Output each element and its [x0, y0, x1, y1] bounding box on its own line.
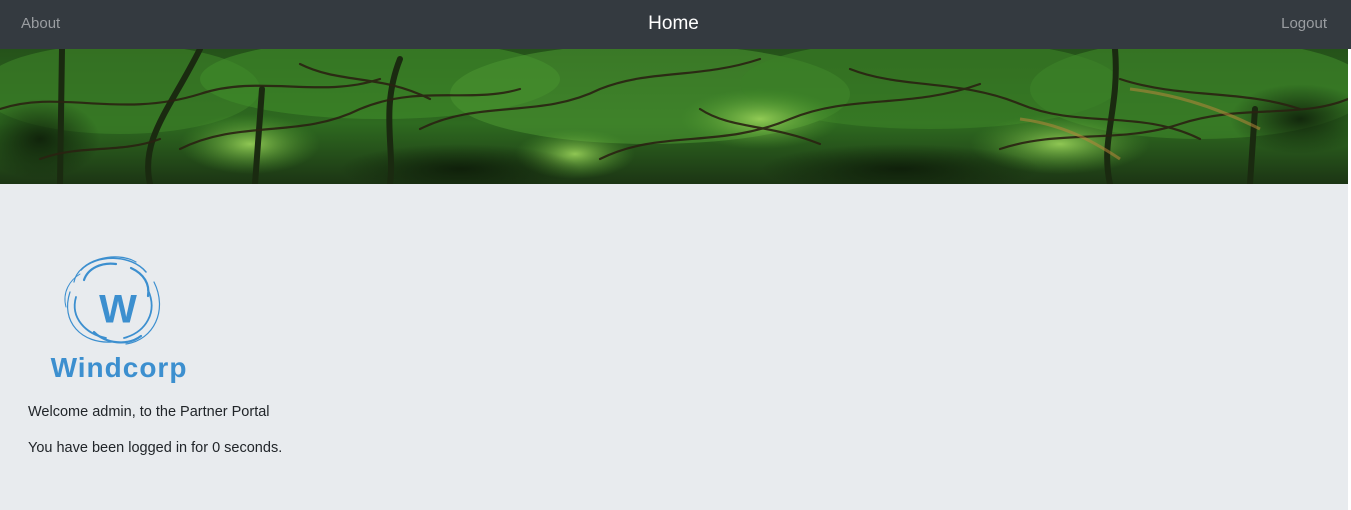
- welcome-message: Welcome admin, to the Partner Portal: [28, 404, 270, 420]
- hero-forest-banner: [0, 49, 1348, 184]
- login-timer-message: You have been logged in for 0 seconds.: [28, 440, 283, 456]
- nav-home-brand[interactable]: Home: [0, 13, 1347, 35]
- nav-logout-link[interactable]: Logout: [1281, 15, 1327, 32]
- main-content-panel: W Windcorp Welcome admin, to the Partner…: [0, 184, 1348, 510]
- logo-wordmark: Windcorp: [51, 352, 188, 383]
- top-navbar: About Home Logout: [0, 0, 1351, 49]
- forest-canopy-image: [0, 49, 1348, 184]
- logo-mark-letter: W: [99, 288, 137, 332]
- windcorp-logo: W Windcorp: [36, 252, 206, 388]
